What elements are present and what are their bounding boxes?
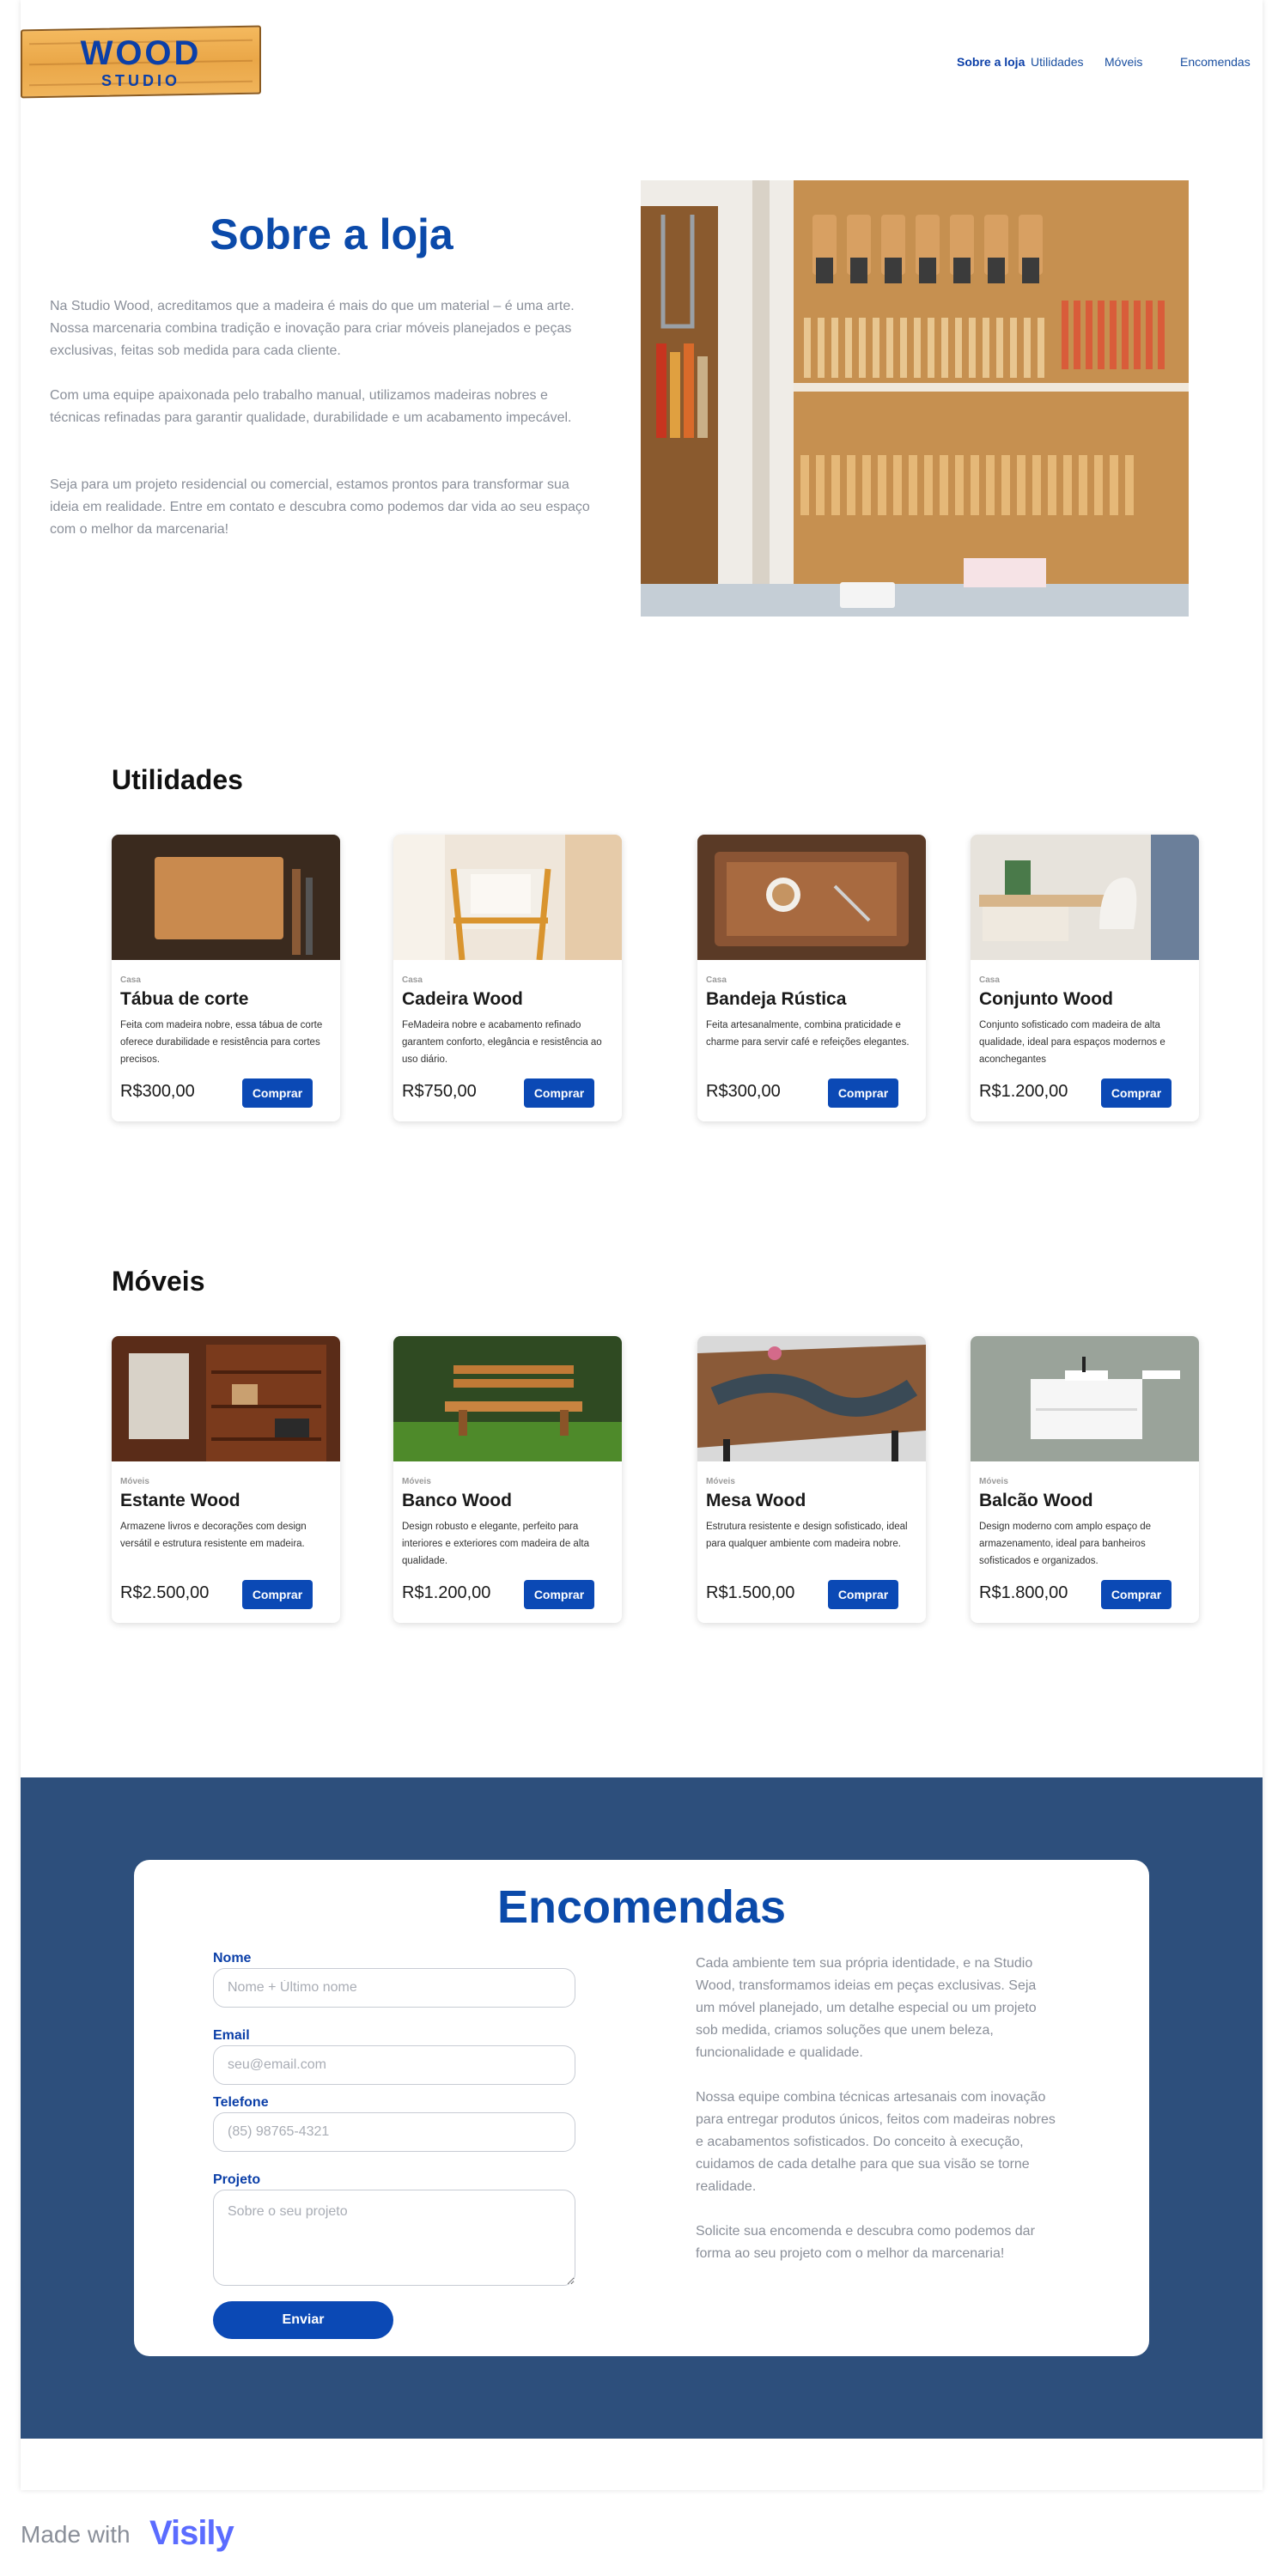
project-textarea[interactable] bbox=[213, 2190, 575, 2286]
made-with-text: Made with bbox=[21, 2521, 131, 2548]
logo[interactable]: WOOD STUDIO bbox=[21, 25, 261, 99]
email-label: Email bbox=[213, 2028, 250, 2043]
name-label: Nome bbox=[213, 1951, 252, 1965]
orders-paragraph-3: Solicite sua encomenda e descubra como p… bbox=[696, 2224, 1035, 2261]
product-card: Móveis Mesa Wood Estrutura resistente e … bbox=[697, 1336, 926, 1623]
orders-card: Encomendas Nome Email Telefone Projeto E… bbox=[134, 1860, 1149, 2356]
product-name: Estante Wood bbox=[120, 1491, 240, 1510]
orders-title: Encomendas bbox=[496, 1881, 787, 1933]
about-title: Sobre a loja bbox=[210, 210, 453, 258]
product-category: Móveis bbox=[120, 1477, 149, 1486]
product-name: Banco Wood bbox=[402, 1491, 512, 1510]
buy-button[interactable]: Comprar bbox=[524, 1078, 594, 1108]
product-category: Casa bbox=[706, 975, 727, 985]
product-image-tabua bbox=[112, 835, 340, 960]
product-description: Design moderno com amplo espaço de armaz… bbox=[979, 1522, 1152, 1566]
phone-input[interactable] bbox=[213, 2112, 575, 2152]
nav-sobre-a-loja[interactable]: Sobre a loja bbox=[957, 55, 1025, 69]
product-image-conjunto bbox=[971, 835, 1199, 960]
logo-text-wood: WOOD bbox=[80, 34, 202, 72]
email-input[interactable] bbox=[213, 2045, 575, 2085]
product-name: Conjunto Wood bbox=[979, 989, 1113, 1009]
product-image-bandeja bbox=[697, 835, 926, 960]
product-image-balcao bbox=[971, 1336, 1199, 1461]
product-price: R$300,00 bbox=[706, 1082, 781, 1101]
product-card: Casa Cadeira Wood FeMadeira nobre e acab… bbox=[393, 835, 622, 1121]
product-description: Feita com madeira nobre, essa tábua de c… bbox=[120, 1020, 323, 1065]
buy-button[interactable]: Comprar bbox=[828, 1078, 898, 1108]
product-card: Casa Tábua de corte Feita com madeira no… bbox=[112, 835, 340, 1121]
product-description: Design robusto e elegante, perfeito para… bbox=[402, 1522, 589, 1566]
orders-paragraph-1: Cada ambiente tem sua própria identidade… bbox=[696, 1956, 1037, 2060]
submit-button[interactable]: Enviar bbox=[213, 2301, 393, 2339]
product-price: R$1.800,00 bbox=[979, 1583, 1068, 1602]
buy-button[interactable]: Comprar bbox=[1101, 1580, 1172, 1609]
nav-encomendas[interactable]: Encomendas bbox=[1180, 55, 1251, 69]
product-name: Tábua de corte bbox=[120, 989, 249, 1009]
page: WOOD STUDIO Sobre a loja Utilidades Móve… bbox=[21, 0, 1263, 2490]
logo-text-studio: STUDIO bbox=[100, 72, 180, 89]
section-title-moveis: Móveis bbox=[112, 1266, 205, 1297]
buy-button[interactable]: Comprar bbox=[1101, 1078, 1172, 1108]
product-image-banco bbox=[393, 1336, 622, 1461]
product-category: Móveis bbox=[706, 1477, 735, 1486]
product-price: R$1.500,00 bbox=[706, 1583, 795, 1602]
product-price: R$300,00 bbox=[120, 1082, 195, 1101]
project-label: Projeto bbox=[213, 2172, 261, 2187]
product-image-mesa bbox=[697, 1336, 926, 1461]
name-input[interactable] bbox=[213, 1968, 575, 2008]
product-description: Conjunto sofisticado com madeira de alta… bbox=[979, 1020, 1165, 1065]
orders-paragraph-2: Nossa equipe combina técnicas artesanais… bbox=[696, 2090, 1056, 2194]
product-price: R$1.200,00 bbox=[979, 1082, 1068, 1101]
orders-section: Encomendas Nome Email Telefone Projeto E… bbox=[21, 1777, 1263, 2439]
product-card: Casa Conjunto Wood Conjunto sofisticado … bbox=[971, 835, 1199, 1121]
product-image-estante bbox=[112, 1336, 340, 1461]
workshop-tools-image bbox=[641, 180, 1189, 617]
product-category: Casa bbox=[402, 975, 423, 985]
product-name: Bandeja Rústica bbox=[706, 989, 847, 1009]
section-title-utilidades: Utilidades bbox=[112, 764, 243, 795]
buy-button[interactable]: Comprar bbox=[242, 1580, 313, 1609]
buy-button[interactable]: Comprar bbox=[828, 1580, 898, 1609]
about-paragraph-1: Na Studio Wood, acreditamos que a madeir… bbox=[50, 299, 575, 358]
product-price: R$750,00 bbox=[402, 1082, 477, 1101]
product-category: Móveis bbox=[979, 1477, 1008, 1486]
buy-button[interactable]: Comprar bbox=[524, 1580, 594, 1609]
product-price: R$2.500,00 bbox=[120, 1583, 210, 1602]
about-paragraph-3: Seja para um projeto residencial ou come… bbox=[50, 477, 590, 537]
product-image-cadeira bbox=[393, 835, 622, 960]
product-description: Feita artesanalmente, combina praticidad… bbox=[706, 1020, 910, 1048]
product-category: Móveis bbox=[402, 1477, 431, 1486]
product-card: Móveis Balcão Wood Design moderno com am… bbox=[971, 1336, 1199, 1623]
phone-label: Telefone bbox=[213, 2095, 269, 2110]
product-description: Armazene livros e decorações com design … bbox=[120, 1522, 307, 1549]
product-name: Mesa Wood bbox=[706, 1491, 806, 1510]
product-category: Casa bbox=[979, 975, 1000, 985]
nav-moveis[interactable]: Móveis bbox=[1105, 55, 1142, 69]
product-card: Móveis Estante Wood Armazene livros e de… bbox=[112, 1336, 340, 1623]
visily-logo[interactable]: Visily bbox=[149, 2514, 234, 2553]
nav-utilidades[interactable]: Utilidades bbox=[1031, 55, 1083, 69]
product-name: Balcão Wood bbox=[979, 1491, 1093, 1510]
product-price: R$1.200,00 bbox=[402, 1583, 491, 1602]
product-card: Móveis Banco Wood Design robusto e elega… bbox=[393, 1336, 622, 1623]
buy-button[interactable]: Comprar bbox=[242, 1078, 313, 1108]
product-name: Cadeira Wood bbox=[402, 989, 523, 1009]
product-description: FeMadeira nobre e acabamento refinado ga… bbox=[402, 1020, 602, 1065]
product-category: Casa bbox=[120, 975, 141, 985]
product-card: Casa Bandeja Rústica Feita artesanalment… bbox=[697, 835, 926, 1121]
about-paragraph-2: Com uma equipe apaixonada pelo trabalho … bbox=[50, 388, 572, 425]
product-description: Estrutura resistente e design sofisticad… bbox=[706, 1522, 908, 1549]
